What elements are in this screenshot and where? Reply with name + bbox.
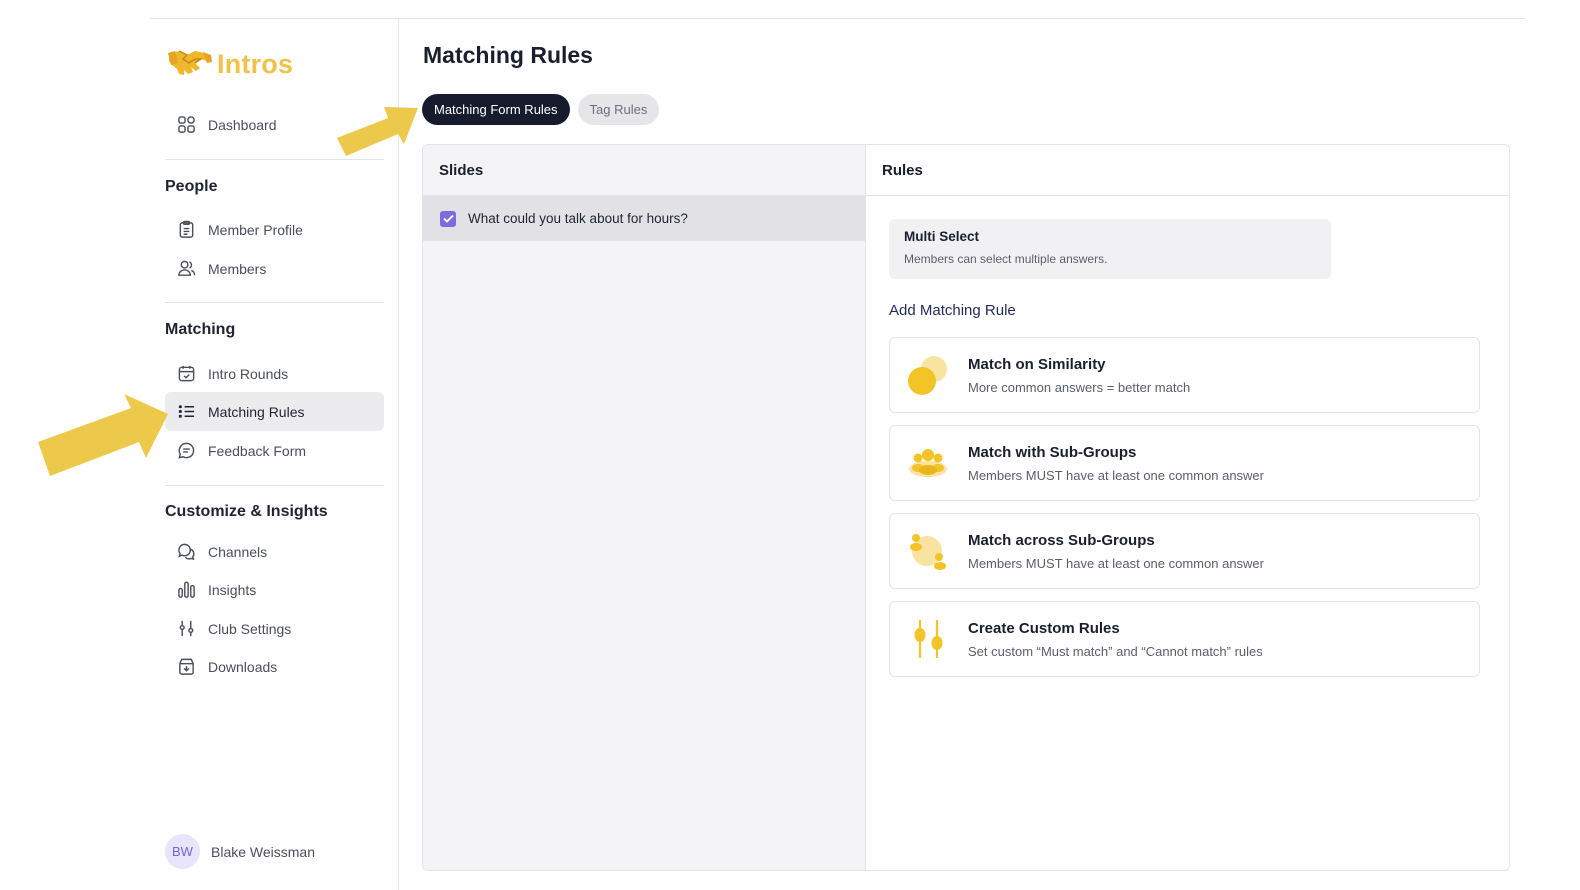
rule-description: More common answers = better match	[968, 379, 1191, 395]
slide-item[interactable]: What could you talk about for hours?	[423, 196, 865, 241]
chat-icon	[176, 542, 196, 562]
custom-sliders-icon	[905, 617, 950, 662]
checkbox[interactable]	[440, 210, 456, 227]
divider	[165, 302, 384, 303]
rule-title: Create Custom Rules	[968, 619, 1120, 637]
avatar: BW	[165, 834, 200, 869]
sidebar-item-channels[interactable]: Channels	[165, 532, 384, 571]
rule-option-across-sub-groups[interactable]: Match across Sub-Groups Members MUST hav…	[889, 513, 1480, 589]
sidebar-item-club-settings[interactable]: Club Settings	[165, 609, 384, 648]
rules-column: Rules Multi Select Members can select mu…	[866, 145, 1509, 870]
rule-description: Members MUST have at least one common an…	[968, 555, 1264, 571]
sidebar-item-insights[interactable]: Insights	[165, 570, 384, 609]
rules-header: Rules	[866, 145, 1509, 196]
user-name: Blake Weissman	[211, 843, 316, 860]
sidebar-item-label: Intro Rounds	[208, 365, 289, 382]
slides-column: Slides What could you talk about for hou…	[423, 145, 866, 870]
sidebar-item-label: Downloads	[208, 658, 278, 675]
rule-title: Match across Sub-Groups	[968, 531, 1155, 549]
add-matching-rule-title: Add Matching Rule	[889, 302, 1016, 319]
rule-description: Members MUST have at least one common an…	[968, 467, 1264, 483]
message-icon	[176, 441, 196, 461]
rule-title: Match on Similarity	[968, 355, 1106, 373]
sidebar-item-label: Member Profile	[208, 221, 303, 238]
question-type-description: Members can select multiple answers.	[904, 252, 1108, 266]
calendar-icon	[176, 364, 196, 384]
sidebar-item-feedback-form[interactable]: Feedback Form	[165, 431, 384, 470]
sidebar-item-label: Club Settings	[208, 620, 292, 637]
sliders-icon	[176, 619, 196, 639]
rules-panel: Slides What could you talk about for hou…	[422, 144, 1510, 871]
section-title-matching: Matching	[165, 321, 236, 338]
rule-title: Match with Sub-Groups	[968, 443, 1137, 461]
sidebar-item-label: Insights	[208, 581, 257, 598]
list-icon	[176, 402, 196, 422]
page-title: Matching Rules	[423, 42, 593, 68]
user-profile[interactable]: BW Blake Weissman	[165, 834, 315, 869]
slide-label: What could you talk about for hours?	[468, 211, 688, 226]
question-type-card: Multi Select Members can select multiple…	[889, 219, 1331, 279]
rule-description: Set custom “Must match” and “Cannot matc…	[968, 643, 1263, 659]
sidebar-item-member-profile[interactable]: Member Profile	[165, 210, 384, 249]
sidebar-item-downloads[interactable]: Downloads	[165, 647, 384, 686]
sidebar-item-label: Channels	[208, 543, 268, 560]
rule-option-similarity[interactable]: Match on Similarity More common answers …	[889, 337, 1480, 413]
tab-tag-rules[interactable]: Tag Rules	[577, 94, 660, 125]
tab-bar: Matching Form Rules Tag Rules	[422, 94, 660, 125]
rule-option-sub-groups[interactable]: Match with Sub-Groups Members MUST have …	[889, 425, 1480, 501]
rule-option-custom-rules[interactable]: Create Custom Rules Set custom “Must mat…	[889, 601, 1480, 677]
grid-icon	[176, 115, 196, 135]
users-icon	[176, 259, 196, 279]
sidebar-item-members[interactable]: Members	[165, 249, 384, 288]
overlap-circles-icon	[905, 353, 950, 398]
question-type-title: Multi Select	[904, 229, 980, 244]
sidebar-item-matching-rules[interactable]: Matching Rules	[165, 392, 384, 431]
group-icon	[905, 441, 950, 486]
divider	[165, 485, 384, 486]
check-icon	[442, 214, 454, 223]
slides-header: Slides	[423, 145, 865, 196]
tab-matching-form-rules[interactable]: Matching Form Rules	[422, 94, 570, 125]
logo[interactable]: Intros	[167, 45, 293, 84]
annotation-arrow-tabs	[337, 107, 418, 156]
section-title-people: People	[165, 178, 218, 195]
scatter-group-icon	[905, 529, 950, 574]
sidebar-item-label: Matching Rules	[208, 403, 305, 420]
clipboard-icon	[176, 220, 196, 240]
download-icon	[176, 657, 196, 677]
annotation-arrow-matching-rules	[38, 394, 168, 476]
handshake-icon	[167, 45, 213, 84]
bar-chart-icon	[176, 580, 196, 600]
sidebar-item-intro-rounds[interactable]: Intro Rounds	[165, 354, 384, 393]
section-title-customize-insights: Customize & Insights	[165, 503, 328, 520]
sidebar-item-label: Dashboard	[208, 116, 277, 133]
divider	[165, 159, 384, 160]
sidebar-item-label: Feedback Form	[208, 442, 307, 459]
sidebar-item-label: Members	[208, 260, 267, 277]
app-name: Intros	[217, 49, 294, 79]
